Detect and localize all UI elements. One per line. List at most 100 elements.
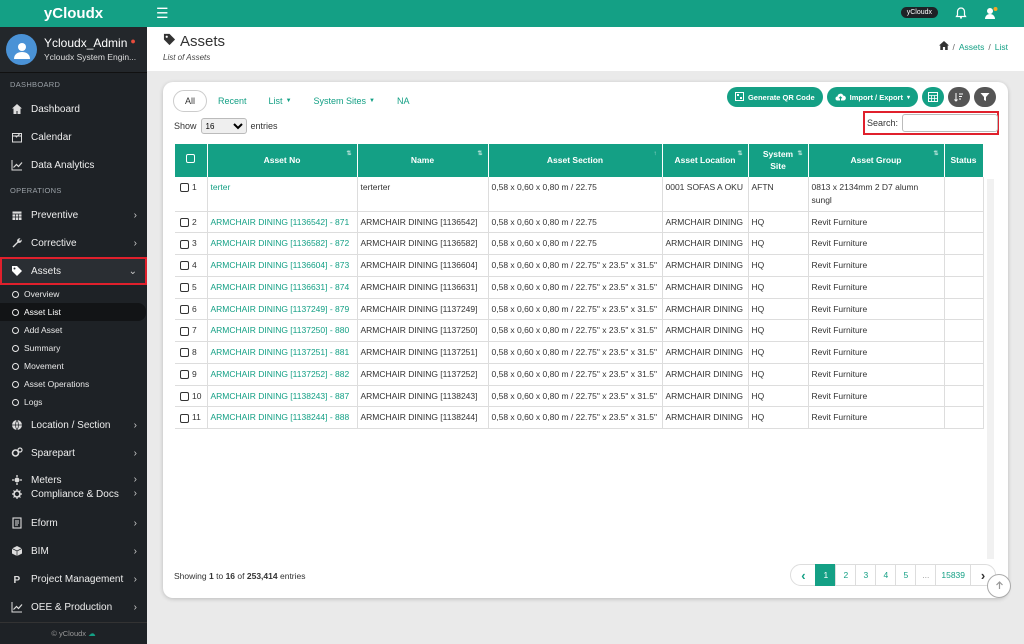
sidebar-item-oee-production[interactable]: OEE & Production › — [0, 593, 147, 621]
page-button-3[interactable]: 3 — [855, 564, 877, 586]
cell-status — [944, 232, 984, 255]
table-row[interactable]: 11 ARMCHAIR DINING [1138244] - 888 ARMCHAI… — [175, 406, 984, 429]
sidebar-subitem-logs[interactable]: Logs — [0, 393, 147, 411]
cell-name: ARMCHAIR DINING [1138244] — [357, 406, 489, 429]
asset-no-link[interactable]: ARMCHAIR DINING [1137252] - 882 — [211, 369, 350, 379]
sidebar-item-location-section[interactable]: Location / Section › — [0, 411, 147, 439]
filter-icon[interactable] — [974, 87, 996, 107]
row-checkbox[interactable]: 10 — [175, 385, 208, 408]
page-button-...[interactable]: ... — [915, 564, 937, 586]
table-row[interactable]: 10 ARMCHAIR DINING [1138243] - 887 ARMCHAI… — [175, 385, 984, 408]
row-checkbox[interactable]: 7 — [175, 319, 208, 342]
page-button-4[interactable]: 4 — [875, 564, 897, 586]
sidebar-item-project-management[interactable]: P Project Management › — [0, 565, 147, 593]
sidebar-subitem-add-asset[interactable]: Add Asset — [0, 321, 147, 339]
generate-qr-button[interactable]: Generate QR Code — [726, 87, 823, 107]
sidebar-item-eform[interactable]: Eform › — [0, 509, 147, 537]
row-checkbox[interactable]: 2 — [175, 211, 208, 234]
table-row[interactable]: 3 ARMCHAIR DINING [1136582] - 872 ARMCHAIR… — [175, 232, 984, 255]
page-button-2[interactable]: 2 — [835, 564, 857, 586]
hamburger-icon[interactable]: ☰ — [156, 5, 170, 22]
asset-no-link[interactable]: ARMCHAIR DINING [1136604] - 873 — [211, 260, 350, 270]
sidebar-item-meters[interactable]: Meters › — [0, 473, 147, 487]
sort-columns-icon[interactable] — [948, 87, 970, 107]
search-input[interactable] — [902, 114, 999, 132]
row-checkbox[interactable]: 9 — [175, 363, 208, 386]
bell-icon[interactable] — [953, 5, 969, 21]
asset-no-link[interactable]: ARMCHAIR DINING [1137250] - 880 — [211, 325, 350, 335]
column-header-status[interactable]: Status — [944, 144, 984, 177]
row-checkbox[interactable]: 5 — [175, 276, 208, 299]
sidebar-subitem-asset-list[interactable]: Asset List — [0, 303, 146, 321]
p-icon: P — [11, 573, 23, 585]
sidebar-subitem-asset-operations[interactable]: Asset Operations — [0, 375, 147, 393]
brand-logo[interactable]: yCloudx — [0, 0, 147, 27]
column-header-asset-location[interactable]: Asset Location ⇅ — [662, 144, 749, 177]
asset-no-link[interactable]: ARMCHAIR DINING [1137249] - 879 — [211, 304, 350, 314]
action-buttons: Generate QR Code Import / Export ▾ — [726, 87, 996, 107]
row-checkbox[interactable]: 1 — [175, 177, 208, 212]
sidebar-subitem-summary[interactable]: Summary — [0, 339, 147, 357]
sidebar-subitem-overview[interactable]: Overview — [0, 285, 147, 303]
row-checkbox[interactable]: 11 — [175, 406, 208, 429]
breadcrumb-list[interactable]: List — [995, 42, 1008, 52]
row-checkbox[interactable]: 8 — [175, 341, 208, 364]
asset-no-link[interactable]: ARMCHAIR DINING [1137251] - 881 — [211, 347, 350, 357]
row-checkbox[interactable]: 3 — [175, 232, 208, 255]
user-menu-icon[interactable] — [983, 5, 999, 21]
tab-na[interactable]: NA — [386, 90, 421, 112]
page-button-15839[interactable]: 15839 — [935, 564, 971, 586]
page-button-5[interactable]: 5 — [895, 564, 917, 586]
page-length-select[interactable]: 16 — [200, 118, 247, 134]
column-header-asset-no[interactable]: Asset No ⇅ — [207, 144, 358, 177]
scroll-to-top-button[interactable] — [987, 574, 1011, 598]
row-checkbox[interactable]: 4 — [175, 254, 208, 277]
sidebar-item-bim[interactable]: BIM › — [0, 537, 147, 565]
select-all-checkbox[interactable] — [175, 144, 208, 177]
tab-all[interactable]: All — [173, 90, 208, 112]
user-panel[interactable]: Ycloudx_Admin ● Ycloudx System Engin... — [0, 27, 147, 73]
table-scrollbar[interactable] — [987, 179, 994, 559]
cell-group: Revit Furniture — [808, 341, 945, 364]
sidebar-item-compliance-docs[interactable]: Compliance & Docs › — [0, 487, 147, 501]
asset-no-link[interactable]: ARMCHAIR DINING [1136582] - 872 — [211, 238, 350, 248]
row-checkbox[interactable]: 6 — [175, 298, 208, 321]
sidebar-item-assets[interactable]: Assets ⌄ — [0, 257, 147, 285]
column-header-asset-section[interactable]: Asset Section ↑ — [488, 144, 663, 177]
sidebar-item-data-analytics[interactable]: Data Analytics — [0, 151, 147, 179]
tab-recent[interactable]: Recent — [207, 90, 258, 112]
sidebar-item-corrective[interactable]: Corrective › — [0, 229, 147, 257]
table-row[interactable]: 2 ARMCHAIR DINING [1136542] - 871 ARMCHAIR… — [175, 211, 984, 234]
breadcrumb-assets[interactable]: Assets — [959, 42, 985, 52]
page-button-1[interactable]: 1 — [815, 564, 837, 586]
asset-no-link[interactable]: terter — [211, 182, 231, 192]
table-row[interactable]: 5 ARMCHAIR DINING [1136631] - 874 ARMCHAIR… — [175, 276, 984, 299]
table-row[interactable]: 4 ARMCHAIR DINING [1136604] - 873 ARMCHAIR… — [175, 254, 984, 277]
prev-page-button[interactable]: ‹ — [790, 564, 817, 586]
column-header-system-site[interactable]: System Site ⇅ — [748, 144, 809, 177]
table-row[interactable]: 8 ARMCHAIR DINING [1137251] - 881 ARMCHAIR… — [175, 341, 984, 364]
table-row[interactable]: 7 ARMCHAIR DINING [1137250] - 880 ARMCHAIR… — [175, 319, 984, 342]
cell-location: ARMCHAIR DINING — [662, 341, 749, 364]
import-export-button[interactable]: Import / Export ▾ — [826, 87, 918, 107]
asset-no-link[interactable]: ARMCHAIR DINING [1136631] - 874 — [211, 282, 350, 292]
grid-view-icon[interactable] — [922, 87, 944, 107]
home-icon[interactable] — [938, 41, 949, 52]
sidebar-subitem-movement[interactable]: Movement — [0, 357, 147, 375]
asset-no-link[interactable]: ARMCHAIR DINING [1136542] - 871 — [211, 217, 350, 227]
asset-no-link[interactable]: ARMCHAIR DINING [1138244] - 888 — [211, 412, 350, 422]
table-row[interactable]: 1 terter terterter 0,58 x 0,60 x 0,80 m / 2… — [175, 177, 984, 212]
table-row[interactable]: 6 ARMCHAIR DINING [1137249] - 879 ARMCHAIR… — [175, 298, 984, 321]
sidebar-item-calendar[interactable]: Calendar — [0, 123, 147, 151]
asset-no-link[interactable]: ARMCHAIR DINING [1138243] - 887 — [211, 391, 350, 401]
sidebar-item-sparepart[interactable]: Sparepart › — [0, 439, 147, 467]
sidebar-item-dashboard[interactable]: Dashboard — [0, 95, 147, 123]
company-badge[interactable]: yCloudx — [900, 7, 938, 18]
cube-icon — [11, 545, 23, 557]
column-header-asset-group[interactable]: Asset Group ⇅ — [808, 144, 945, 177]
tab-system-sites[interactable]: System Sites ▼ — [303, 90, 386, 112]
sidebar-item-preventive[interactable]: Preventive › — [0, 201, 147, 229]
table-row[interactable]: 9 ARMCHAIR DINING [1137252] - 882 ARMCHAIR… — [175, 363, 984, 386]
tab-list[interactable]: List ▼ — [258, 90, 303, 112]
column-header-name[interactable]: Name ⇅ — [357, 144, 489, 177]
